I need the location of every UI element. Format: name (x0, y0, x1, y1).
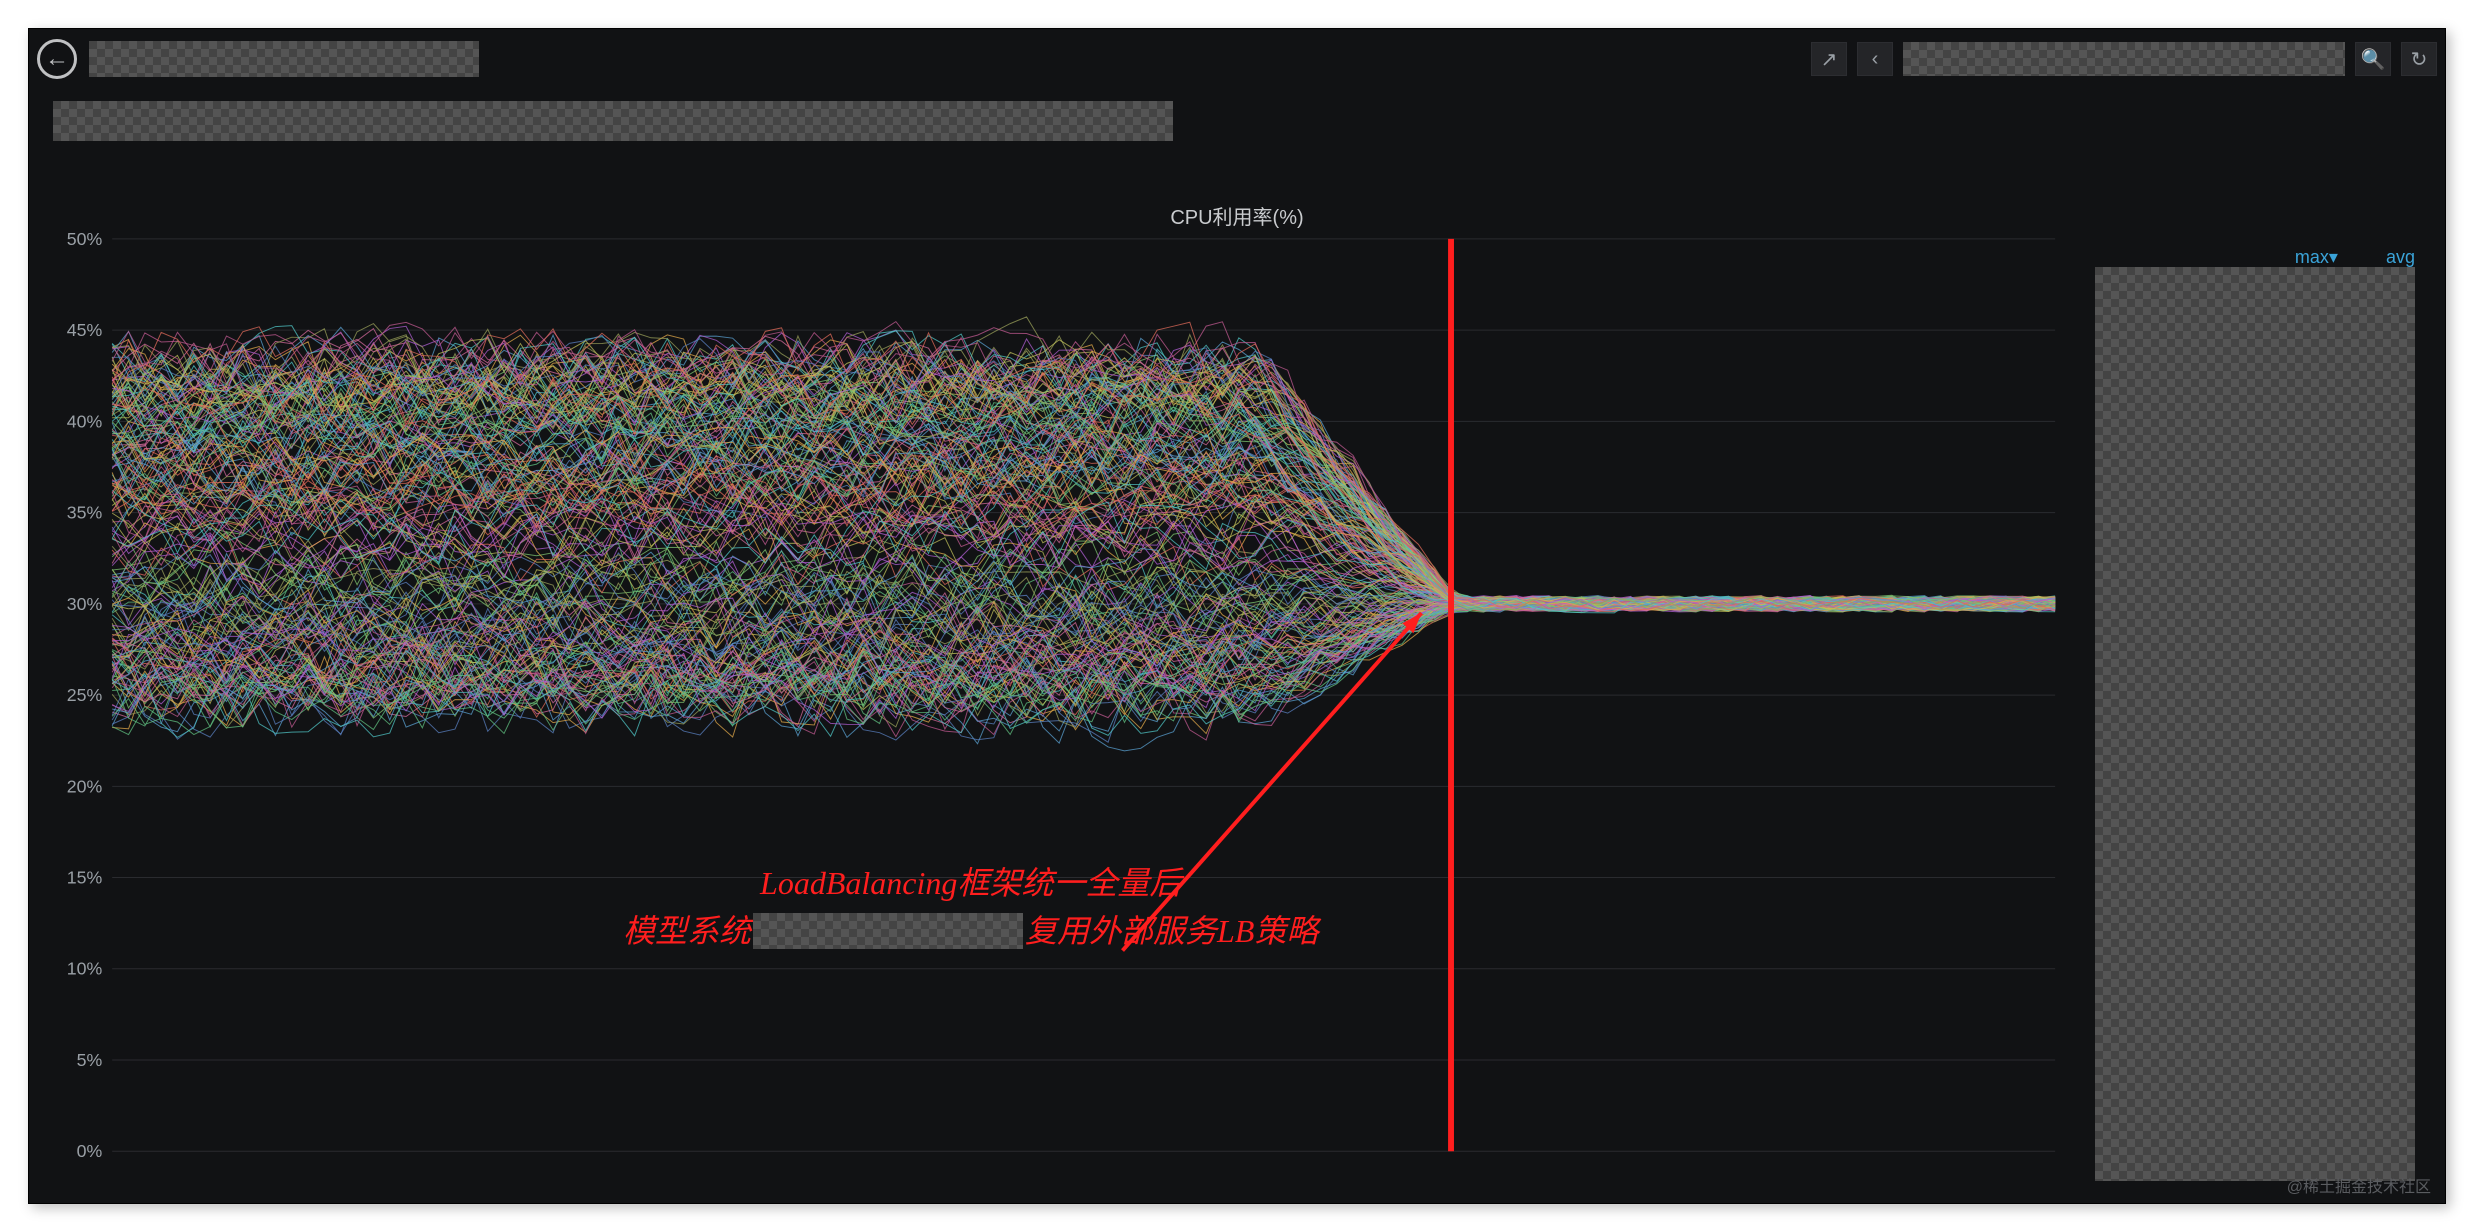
legend-header: max▾ avg (2295, 247, 2415, 268)
topbar-right: ↗ ‹ 🔍 ↻ (1811, 42, 2437, 76)
svg-text:50%: 50% (67, 229, 103, 249)
svg-text:35%: 35% (67, 503, 103, 523)
refresh-icon: ↻ (2411, 47, 2428, 72)
page-outer: ← ↗ ‹ 🔍 ↻ CPU利用率(%) (0, 0, 2474, 1232)
share-button[interactable]: ↗ (1811, 42, 1847, 76)
subheader (53, 101, 2421, 141)
annotation-line1: LoadBalancing框架统一全量后 (760, 859, 1181, 907)
refresh-button[interactable]: ↻ (2401, 42, 2437, 76)
subheader-redacted (53, 101, 1173, 141)
search-button[interactable]: 🔍 (2355, 42, 2391, 76)
share-icon: ↗ (1821, 47, 1838, 72)
svg-text:5%: 5% (77, 1050, 103, 1070)
svg-text:40%: 40% (67, 411, 103, 431)
annotation-text: LoadBalancing框架统一全量后 模型系统 复用外部服务LB策略 (623, 859, 1318, 955)
arrow-left-icon: ← (45, 45, 69, 73)
chart-svg: 0% 5% 10% 15% 20% 25% 30% 35% 40% 45% 50% (53, 229, 2065, 1181)
annotation-redacted (753, 913, 1023, 949)
svg-text:20%: 20% (67, 776, 103, 796)
legend-col-avg[interactable]: avg (2386, 247, 2415, 268)
legend-col-max[interactable]: max▾ (2295, 247, 2338, 268)
legend-list-redacted (2095, 267, 2415, 1181)
watermark: @稀土掘金技术社区 (2287, 1173, 2431, 1197)
chart-area[interactable]: 0% 5% 10% 15% 20% 25% 30% 35% 40% 45% 50% LoadBala… (53, 229, 2065, 1181)
svg-text:10%: 10% (67, 959, 103, 979)
back-button[interactable]: ← (37, 39, 77, 79)
breadcrumb-redacted (89, 41, 479, 77)
annotation-line2b: 复用外部服务LB策略 (1025, 907, 1318, 955)
svg-text:15%: 15% (67, 867, 103, 887)
svg-text:0%: 0% (77, 1141, 103, 1161)
annotation-line2a: 模型系统 (623, 907, 751, 955)
legend-panel[interactable] (2095, 267, 2415, 1181)
prev-button[interactable]: ‹ (1857, 42, 1893, 76)
svg-text:30%: 30% (67, 594, 103, 614)
chevron-left-icon: ‹ (1872, 48, 1879, 71)
svg-text:45%: 45% (67, 320, 103, 340)
timerange-redacted[interactable] (1903, 42, 2345, 76)
chart-title: CPU利用率(%) (29, 201, 2445, 230)
dashboard-frame: ← ↗ ‹ 🔍 ↻ CPU利用率(%) (28, 28, 2446, 1204)
topbar: ← ↗ ‹ 🔍 ↻ (37, 37, 2437, 81)
search-icon: 🔍 (2361, 47, 2386, 72)
svg-text:25%: 25% (67, 685, 103, 705)
